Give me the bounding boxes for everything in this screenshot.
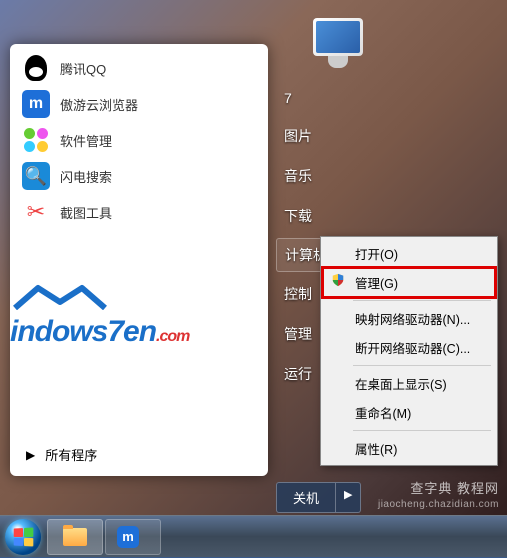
software-mgr-icon xyxy=(22,126,50,154)
right-item-user[interactable]: 7 xyxy=(276,80,396,116)
app-label: 软件管理 xyxy=(60,131,112,150)
right-item-downloads[interactable]: 下载 xyxy=(276,196,396,236)
shutdown-options-arrow[interactable]: ▶ xyxy=(336,482,361,513)
pinned-app-maxthon[interactable]: m 傲游云浏览器 xyxy=(12,86,266,122)
pinned-app-software-mgr[interactable]: 软件管理 xyxy=(12,122,266,158)
taskbar: m xyxy=(0,515,507,557)
ctx-show-desktop[interactable]: 在桌面上显示(S) xyxy=(323,369,495,398)
pinned-app-snipping[interactable]: ✂ 截图工具 xyxy=(12,194,266,230)
pinned-app-blank[interactable] xyxy=(12,230,266,266)
context-menu-separator xyxy=(353,365,491,366)
monitor-icon xyxy=(313,18,363,56)
app-label: 闪电搜索 xyxy=(60,167,112,186)
right-item-pictures[interactable]: 图片 xyxy=(276,116,396,156)
uac-shield-icon xyxy=(331,273,345,287)
qq-icon xyxy=(22,54,50,82)
context-menu-separator xyxy=(353,430,491,431)
start-menu-left-panel: 腾讯QQ m 傲游云浏览器 软件管理 🔍 闪电搜索 ✂ 截图工具 indows7… xyxy=(10,44,268,476)
ctx-disconnect-drive[interactable]: 断开网络驱动器(C)... xyxy=(323,333,495,362)
right-item-music[interactable]: 音乐 xyxy=(276,156,396,196)
pinned-app-qq[interactable]: 腾讯QQ xyxy=(12,50,266,86)
shutdown-button-group: 关机 ▶ xyxy=(276,482,361,513)
all-programs-button[interactable]: ▶ 所有程序 xyxy=(26,445,97,464)
computer-context-menu: 打开(O) 管理(G) 映射网络驱动器(N)... 断开网络驱动器(C)... … xyxy=(320,236,498,466)
start-button[interactable] xyxy=(0,516,46,558)
ctx-rename[interactable]: 重命名(M) xyxy=(323,398,495,427)
context-menu-separator xyxy=(353,300,491,301)
ctx-map-drive[interactable]: 映射网络驱动器(N)... xyxy=(323,304,495,333)
all-programs-label: 所有程序 xyxy=(45,445,97,464)
ctx-open[interactable]: 打开(O) xyxy=(323,239,495,268)
taskbar-explorer[interactable] xyxy=(47,519,103,555)
windows-orb-icon xyxy=(5,519,41,555)
maxthon-icon: m xyxy=(117,526,139,548)
pinned-app-flash-search[interactable]: 🔍 闪电搜索 xyxy=(12,158,266,194)
site-watermark: 查字典 教程网 jiaocheng.chazidian.com xyxy=(378,481,499,511)
app-label: 截图工具 xyxy=(60,203,112,222)
chevron-right-icon: ▶ xyxy=(26,448,35,462)
app-label: 傲游云浏览器 xyxy=(60,95,138,114)
ctx-properties[interactable]: 属性(R) xyxy=(323,434,495,463)
maxthon-icon: m xyxy=(22,90,50,118)
windows7en-watermark-logo: indows7en.com xyxy=(10,280,240,350)
shutdown-button[interactable]: 关机 xyxy=(276,482,336,513)
app-label: 腾讯QQ xyxy=(60,59,106,78)
taskbar-maxthon[interactable]: m xyxy=(105,519,161,555)
blank-icon xyxy=(22,234,50,262)
folder-icon xyxy=(63,528,87,546)
desktop-computer-icon[interactable] xyxy=(306,18,370,76)
flash-search-icon: 🔍 xyxy=(22,162,50,190)
pinned-apps-list: 腾讯QQ m 傲游云浏览器 软件管理 🔍 闪电搜索 ✂ 截图工具 xyxy=(10,44,268,272)
scissors-icon: ✂ xyxy=(22,198,50,226)
ctx-manage[interactable]: 管理(G) xyxy=(323,268,495,297)
